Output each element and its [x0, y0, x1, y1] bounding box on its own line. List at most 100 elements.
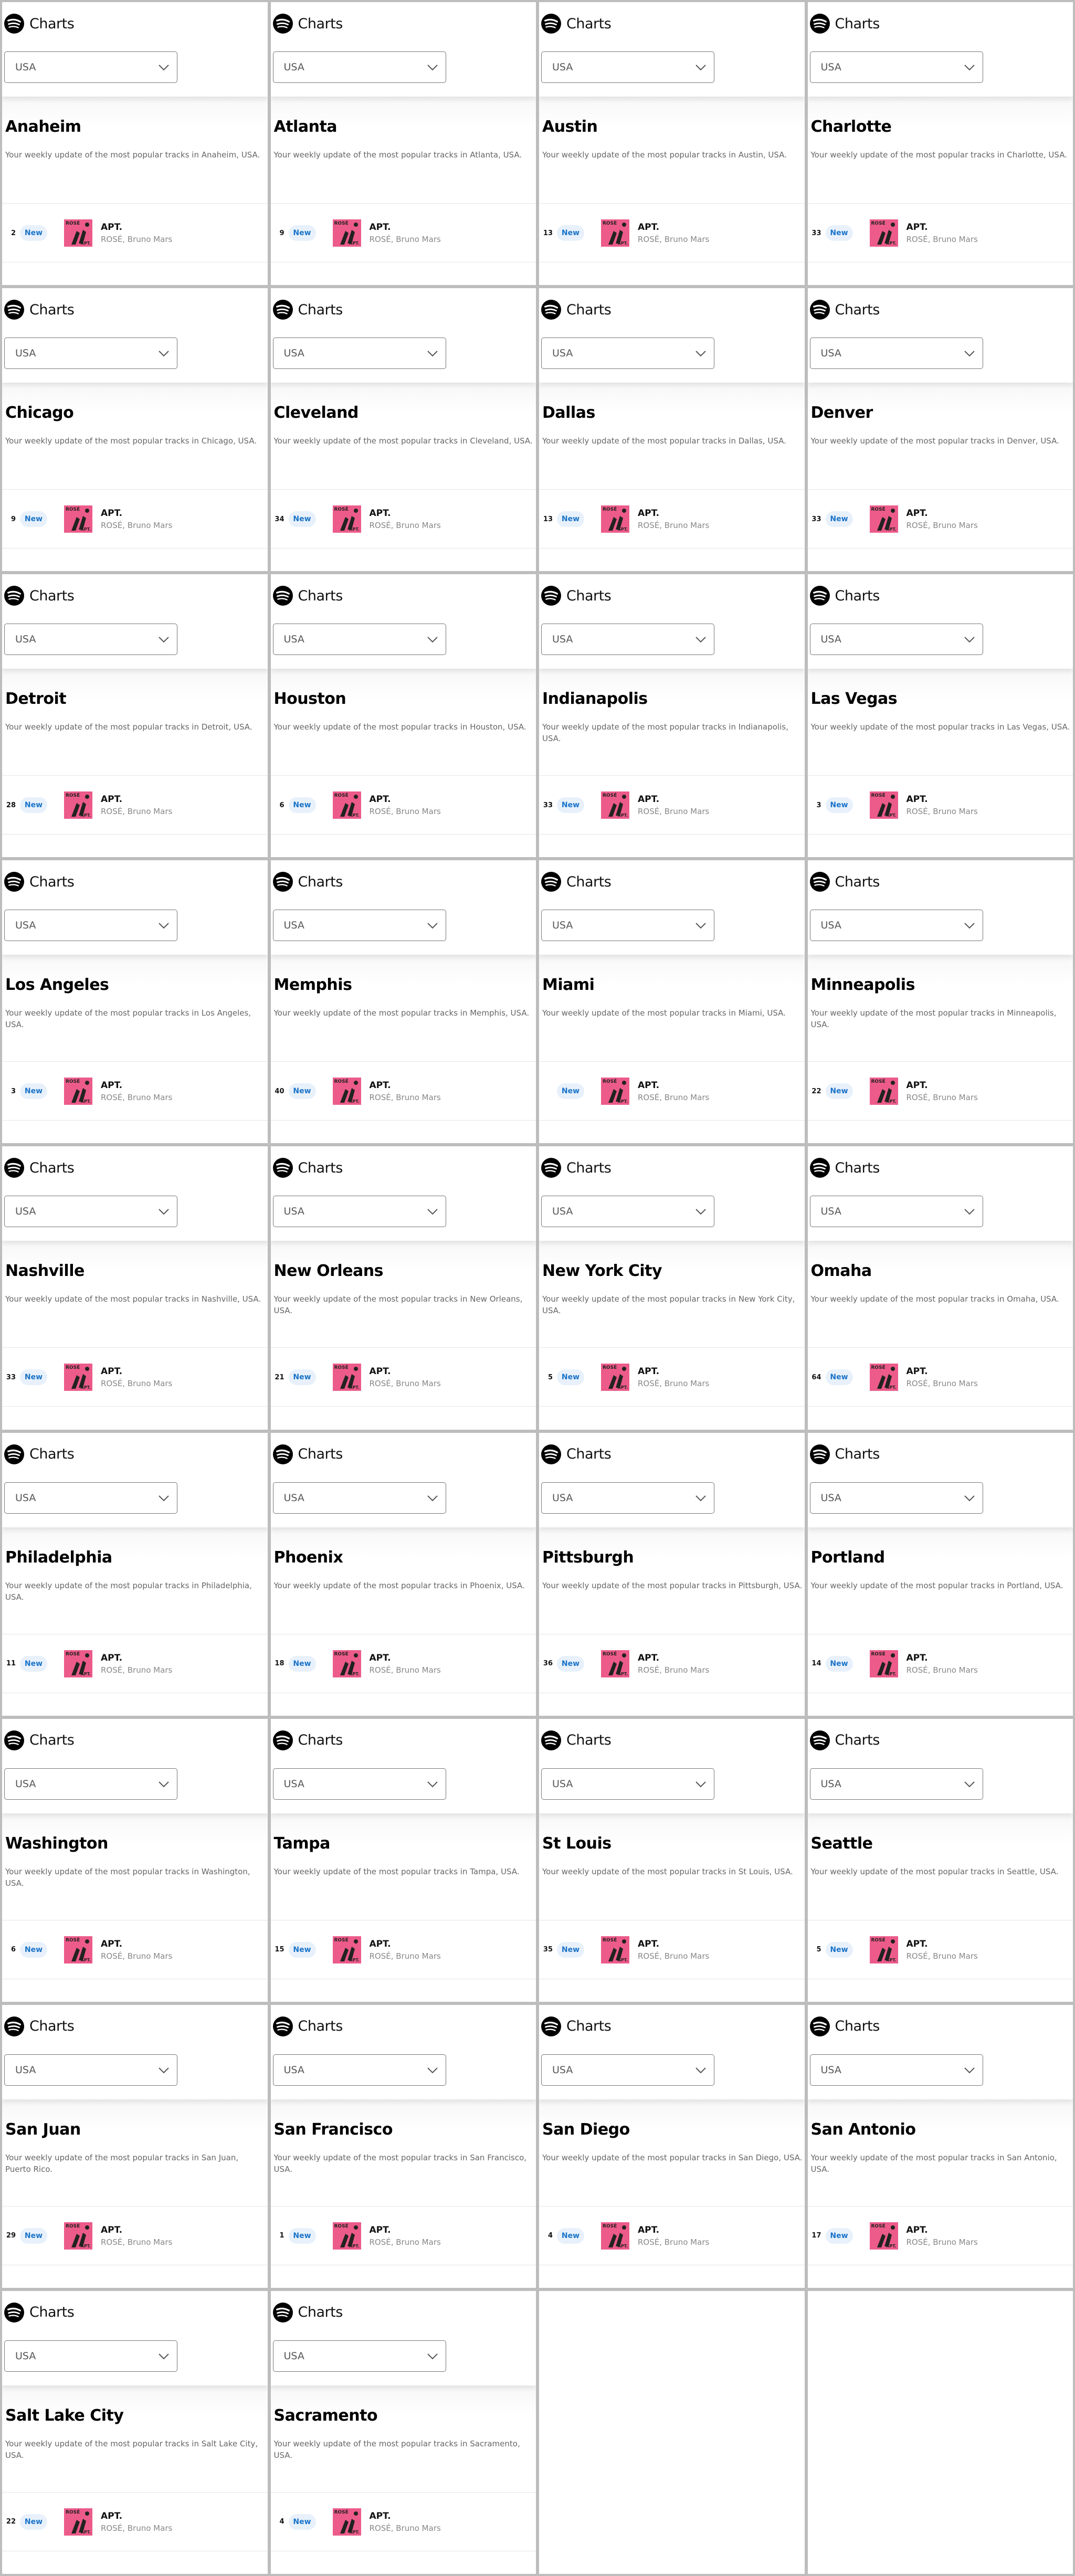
track-row[interactable]: 3 New ROSÉ APT. APT. ROSÉ, Bruno Mars	[808, 776, 1073, 834]
country-select[interactable]: USA	[4, 51, 177, 83]
album-art[interactable]: ROSÉ APT.	[869, 2222, 898, 2250]
track-title[interactable]: APT.	[370, 794, 441, 805]
album-art[interactable]: ROSÉ APT.	[601, 1936, 629, 1963]
track-title[interactable]: APT.	[907, 222, 978, 233]
track-title[interactable]: APT.	[370, 1939, 441, 1949]
album-art[interactable]: ROSÉ APT.	[601, 505, 629, 533]
track-row[interactable]: 1 New ROSÉ APT. APT. ROSÉ, Bruno Mars	[271, 2207, 536, 2265]
track-row[interactable]: 64 New ROSÉ APT. APT. ROSÉ, Bruno Mars	[808, 1348, 1073, 1406]
track-row[interactable]: 28 New ROSÉ APT. APT. ROSÉ, Bruno Mars	[2, 776, 268, 834]
track-row[interactable]: 18 New ROSÉ APT. APT. ROSÉ, Bruno Mars	[271, 1635, 536, 1693]
track-title[interactable]: APT.	[101, 794, 172, 805]
track-artists[interactable]: ROSÉ, Bruno Mars	[907, 235, 978, 244]
brand-link[interactable]: Charts	[541, 1730, 612, 1750]
track-artists[interactable]: ROSÉ, Bruno Mars	[370, 2237, 441, 2247]
track-artists[interactable]: ROSÉ, Bruno Mars	[370, 2524, 441, 2533]
country-select[interactable]: USA	[272, 2340, 446, 2372]
track-row[interactable]: 29 New ROSÉ APT. APT. ROSÉ, Bruno Mars	[2, 2207, 268, 2265]
brand-link[interactable]: Charts	[272, 586, 343, 606]
country-select[interactable]: USA	[541, 910, 714, 942]
brand-link[interactable]: Charts	[809, 14, 880, 34]
track-title[interactable]: APT.	[101, 508, 172, 519]
track-row[interactable]: 33 New ROSÉ APT. APT. ROSÉ, Bruno Mars	[539, 776, 805, 834]
album-art[interactable]: ROSÉ APT.	[64, 1936, 92, 1963]
album-art[interactable]: ROSÉ APT.	[332, 791, 361, 819]
track-artists[interactable]: ROSÉ, Bruno Mars	[638, 1665, 709, 1675]
track-title[interactable]: APT.	[907, 508, 978, 519]
country-select[interactable]: USA	[4, 2054, 177, 2086]
track-title[interactable]: APT.	[101, 2511, 172, 2521]
track-title[interactable]: APT.	[370, 1366, 441, 1377]
track-title[interactable]: APT.	[370, 2511, 441, 2521]
album-art[interactable]: ROSÉ APT.	[332, 219, 361, 247]
country-select[interactable]: USA	[541, 2054, 714, 2086]
brand-link[interactable]: Charts	[4, 2016, 75, 2036]
track-row[interactable]: 4 New ROSÉ APT. APT. ROSÉ, Bruno Mars	[539, 2207, 805, 2265]
track-row[interactable]: 33 New ROSÉ APT. APT. ROSÉ, Bruno Mars	[808, 204, 1073, 262]
track-title[interactable]: APT.	[638, 1653, 709, 1663]
track-title[interactable]: APT.	[101, 1080, 172, 1091]
track-title[interactable]: APT.	[370, 1653, 441, 1663]
track-artists[interactable]: ROSÉ, Bruno Mars	[370, 235, 441, 244]
track-title[interactable]: APT.	[101, 2225, 172, 2235]
track-artists[interactable]: ROSÉ, Bruno Mars	[907, 521, 978, 530]
track-artists[interactable]: ROSÉ, Bruno Mars	[101, 2237, 172, 2247]
track-row[interactable]: 6 New ROSÉ APT. APT. ROSÉ, Bruno Mars	[271, 776, 536, 834]
album-art[interactable]: ROSÉ APT.	[64, 1650, 92, 1677]
track-title[interactable]: APT.	[370, 1080, 441, 1091]
track-title[interactable]: APT.	[638, 1939, 709, 1949]
track-title[interactable]: APT.	[370, 508, 441, 519]
track-row[interactable]: 6 New ROSÉ APT. APT. ROSÉ, Bruno Mars	[2, 1921, 268, 1979]
track-artists[interactable]: ROSÉ, Bruno Mars	[370, 1665, 441, 1675]
track-artists[interactable]: ROSÉ, Bruno Mars	[370, 521, 441, 530]
album-art[interactable]: ROSÉ APT.	[332, 1078, 361, 1105]
track-artists[interactable]: ROSÉ, Bruno Mars	[101, 1665, 172, 1675]
brand-link[interactable]: Charts	[4, 14, 75, 34]
album-art[interactable]: ROSÉ APT.	[64, 219, 92, 247]
album-art[interactable]: ROSÉ APT.	[332, 1936, 361, 1963]
brand-link[interactable]: Charts	[4, 872, 75, 892]
country-select[interactable]: USA	[272, 910, 446, 942]
track-artists[interactable]: ROSÉ, Bruno Mars	[907, 1379, 978, 1388]
track-title[interactable]: APT.	[638, 2225, 709, 2235]
track-artists[interactable]: ROSÉ, Bruno Mars	[101, 1379, 172, 1388]
track-artists[interactable]: ROSÉ, Bruno Mars	[370, 1951, 441, 1961]
country-select[interactable]: USA	[4, 1768, 177, 1800]
track-row[interactable]: 4 New ROSÉ APT. APT. ROSÉ, Bruno Mars	[271, 2493, 536, 2551]
track-row[interactable]: 21 New ROSÉ APT. APT. ROSÉ, Bruno Mars	[271, 1348, 536, 1406]
track-artists[interactable]: ROSÉ, Bruno Mars	[638, 807, 709, 816]
country-select[interactable]: USA	[541, 624, 714, 656]
track-row[interactable]: 5 New ROSÉ APT. APT. ROSÉ, Bruno Mars	[539, 1348, 805, 1406]
country-select[interactable]: USA	[4, 337, 177, 369]
album-art[interactable]: ROSÉ APT.	[64, 2508, 92, 2536]
country-select[interactable]: USA	[272, 337, 446, 369]
country-select[interactable]: USA	[809, 624, 983, 656]
brand-link[interactable]: Charts	[809, 586, 880, 606]
brand-link[interactable]: Charts	[272, 2302, 343, 2322]
track-artists[interactable]: ROSÉ, Bruno Mars	[638, 1093, 709, 1102]
track-title[interactable]: APT.	[907, 1939, 978, 1949]
brand-link[interactable]: Charts	[272, 300, 343, 320]
album-art[interactable]: ROSÉ APT.	[869, 219, 898, 247]
track-artists[interactable]: ROSÉ, Bruno Mars	[101, 2524, 172, 2533]
brand-link[interactable]: Charts	[4, 300, 75, 320]
country-select[interactable]: USA	[272, 1196, 446, 1228]
track-artists[interactable]: ROSÉ, Bruno Mars	[638, 2237, 709, 2247]
track-title[interactable]: APT.	[638, 508, 709, 519]
track-title[interactable]: APT.	[638, 222, 709, 233]
track-title[interactable]: APT.	[101, 1653, 172, 1663]
track-artists[interactable]: ROSÉ, Bruno Mars	[101, 235, 172, 244]
album-art[interactable]: ROSÉ APT.	[332, 1650, 361, 1677]
track-row[interactable]: New ROSÉ APT. APT. ROSÉ, Bruno Mars	[539, 1062, 805, 1120]
country-select[interactable]: USA	[809, 1196, 983, 1228]
album-art[interactable]: ROSÉ APT.	[332, 2508, 361, 2536]
track-row[interactable]: 5 New ROSÉ APT. APT. ROSÉ, Bruno Mars	[808, 1921, 1073, 1979]
country-select[interactable]: USA	[809, 1482, 983, 1514]
track-artists[interactable]: ROSÉ, Bruno Mars	[907, 807, 978, 816]
country-select[interactable]: USA	[272, 51, 446, 83]
brand-link[interactable]: Charts	[272, 14, 343, 34]
track-title[interactable]: APT.	[638, 794, 709, 805]
album-art[interactable]: ROSÉ APT.	[64, 1078, 92, 1105]
brand-link[interactable]: Charts	[541, 1444, 612, 1464]
track-title[interactable]: APT.	[101, 222, 172, 233]
